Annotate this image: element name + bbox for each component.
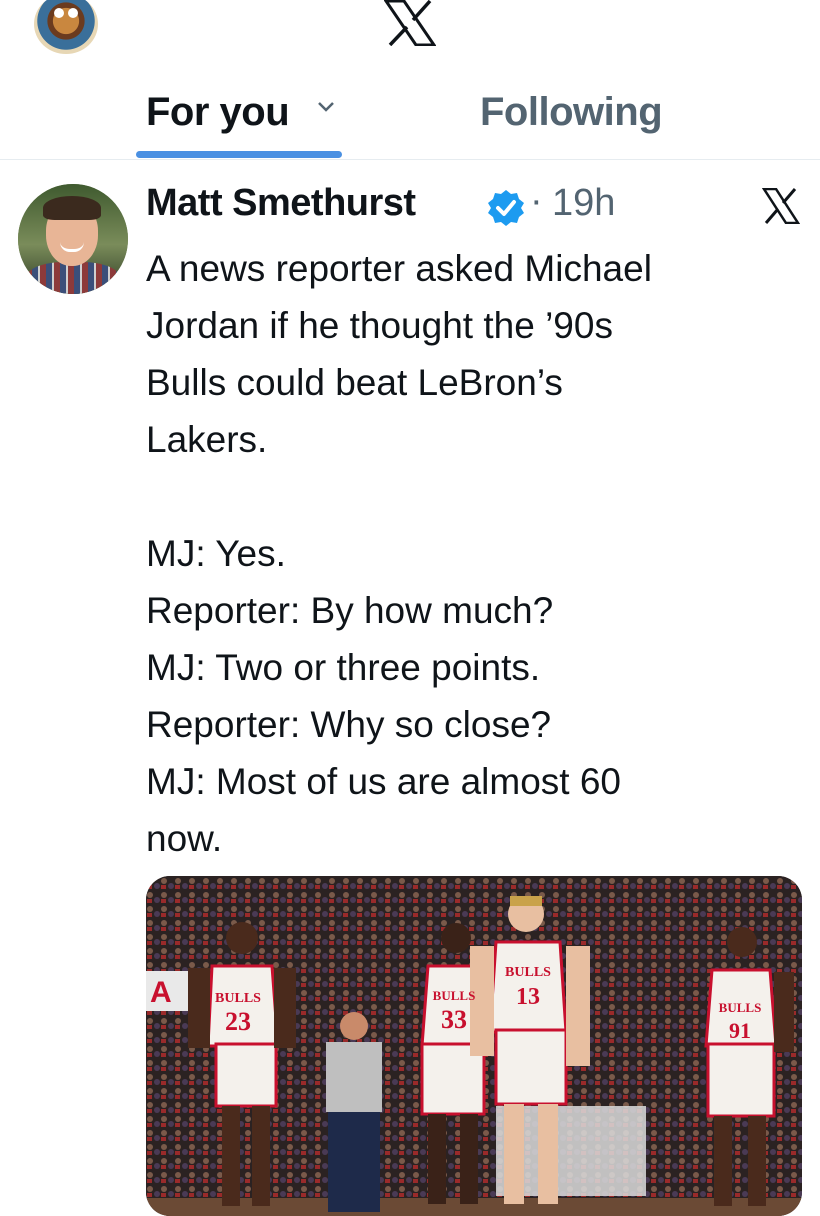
tweet[interactable]: Matt Smethurst · 19h A news reporter ask… [0,160,820,1216]
chevron-down-icon[interactable] [316,100,336,114]
jersey-team-label: BULLS [215,991,261,1006]
x-logo-icon[interactable] [384,0,436,46]
tweet-photo[interactable]: A BULLS 23 BULLS 33 BULLS 13 BULLS 91 [146,876,802,1216]
jersey-number: 23 [225,1007,251,1036]
jersey-team-label: BULLS [433,988,476,1003]
bulls-players-photo: A BULLS 23 BULLS 33 BULLS 13 BULLS 91 [146,876,802,1216]
author-name[interactable]: Matt Smethurst [146,182,416,225]
verified-badge-icon [488,190,524,226]
tweet-timestamp[interactable]: 19h [552,182,615,225]
jersey-number: 33 [441,1005,467,1034]
x-logo-icon[interactable] [762,188,800,224]
jersey-number: 13 [516,984,540,1010]
tweet-text-line: now. [146,818,223,859]
tweet-text-line: Lakers. [146,419,268,460]
svg-text:A: A [150,976,172,1009]
tweet-text-line: Bulls could beat LeBron’s [146,362,563,403]
avatar-eye [54,8,64,18]
tab-for-you[interactable]: For you [146,90,290,135]
timeline-tabs: For you Following [0,60,820,160]
tweet-text-line: MJ: Most of us are almost 60 [146,761,622,802]
meta-separator: · [530,180,543,222]
active-tab-indicator [136,151,342,158]
tweet-text: A news reporter asked Michael Jordan if … [146,240,796,867]
tweet-text-line: Reporter: Why so close? [146,704,552,745]
top-bar [0,0,820,60]
tab-following[interactable]: Following [480,90,663,135]
tweet-text-line: A news reporter asked Michael [146,248,652,289]
jersey-number: 91 [729,1018,751,1043]
author-avatar[interactable] [18,184,128,294]
account-avatar[interactable] [34,0,98,54]
tweet-text-line: MJ: Two or three points. [146,647,541,688]
tweet-text-line: MJ: Yes. [146,533,286,574]
avatar-eye [68,8,78,18]
jersey-team-label: BULLS [719,1000,762,1015]
tweet-text-line: Jordan if he thought the ’90s [146,305,613,346]
referee-figure [326,1012,382,1212]
jersey-team-label: BULLS [505,965,551,980]
tweet-text-line: Reporter: By how much? [146,590,554,631]
